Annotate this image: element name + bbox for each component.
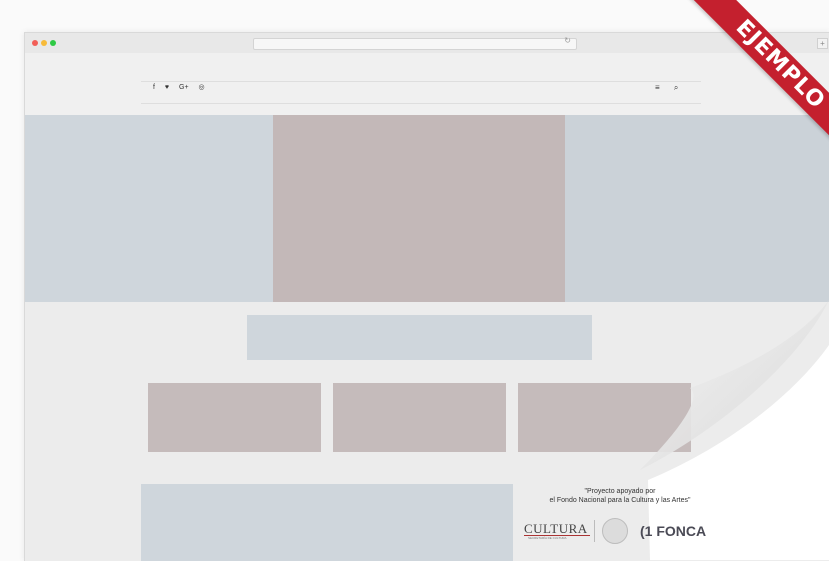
credit-line-2: el Fondo Nacional para la Cultura y las … — [549, 497, 691, 504]
logo-separator — [594, 520, 595, 542]
credit-text: "Proyecto apoyado por el Fondo Nacional … — [520, 487, 720, 505]
fonca-wordmark: FONCA — [656, 523, 707, 539]
page-curl — [640, 300, 829, 560]
cultura-logo-subtitle: SECRETARÍA DE CULTURA — [528, 536, 567, 540]
fonca-logo: (1 FONCA — [640, 523, 706, 539]
sponsor-logos: CULTURA SECRETARÍA DE CULTURA (1 FONCA — [522, 518, 732, 546]
credit-line-1: "Proyecto apoyado por — [584, 488, 656, 495]
national-seal-icon — [602, 518, 628, 544]
fonca-mark-icon: (1 — [640, 523, 653, 539]
